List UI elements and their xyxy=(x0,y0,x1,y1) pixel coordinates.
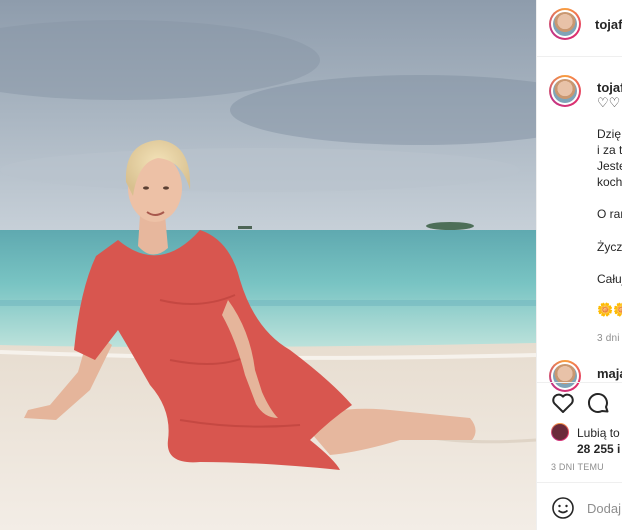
caption-line-3: Jeste xyxy=(597,159,622,173)
caption-line-4: koch xyxy=(597,175,622,189)
actions-divider xyxy=(537,382,622,383)
liked-by-text[interactable]: Lubią to xyxy=(577,426,620,440)
caption-heart-icon: ♡♡ xyxy=(597,95,621,110)
author-username[interactable]: tojafi xyxy=(595,17,622,32)
post-photo[interactable] xyxy=(0,0,536,530)
caption-line-1: Dzię xyxy=(597,127,622,141)
liker-avatar[interactable] xyxy=(551,423,569,441)
beach-photo-image xyxy=(0,0,536,530)
comment-box-divider xyxy=(537,482,622,483)
caption-paragraph-2: O ran xyxy=(597,207,622,221)
comment-icon[interactable] xyxy=(587,392,611,416)
caption-time: 3 dni xyxy=(597,333,620,344)
commenter-avatar[interactable] xyxy=(549,360,581,392)
emoji-icon[interactable] xyxy=(551,496,575,520)
author-avatar[interactable] xyxy=(549,8,581,40)
header-divider xyxy=(537,56,622,57)
post-sidebar: tojafi tojaf ♡♡ Dzię i za t Jeste koch O… xyxy=(536,0,622,530)
heart-icon[interactable] xyxy=(551,392,575,414)
commenter-username[interactable]: maja xyxy=(597,366,622,381)
add-comment-input[interactable]: Dodaj xyxy=(587,501,621,516)
caption-paragraph-4: Całuj xyxy=(597,272,622,286)
post-time[interactable]: 3 DNI TEMU xyxy=(551,462,604,472)
caption-avatar[interactable] xyxy=(549,75,581,107)
like-count[interactable]: 28 255 i xyxy=(577,442,620,456)
caption-emoji: 🌼🌼 xyxy=(597,302,622,317)
caption-paragraph-3: Życz xyxy=(597,240,622,254)
caption-line-2: i za t xyxy=(597,143,622,157)
caption-username[interactable]: tojaf xyxy=(597,80,622,95)
